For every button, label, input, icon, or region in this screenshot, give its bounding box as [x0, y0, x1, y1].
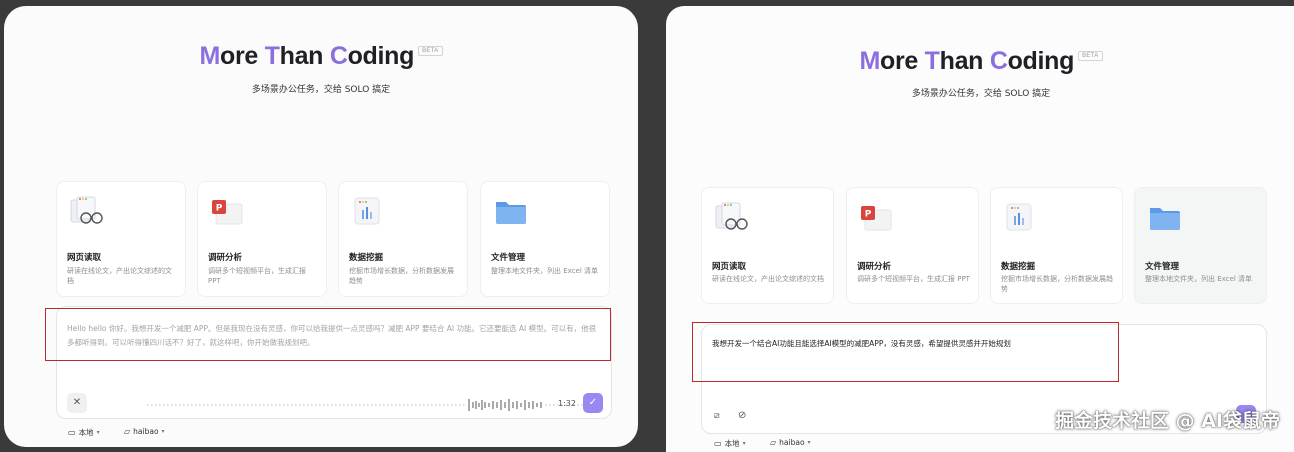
card-web-reading[interactable]: 网页读取 研读在线论文，产出论文综述的文档 — [56, 181, 186, 297]
left-panel: More Than CodingBETA 多场景办公任务，交给 SOLO 搞定 … — [4, 6, 638, 447]
folder-selector[interactable]: ▱ haibao ▾ — [124, 427, 165, 436]
glasses-docs-icon — [69, 194, 105, 228]
svg-text:P: P — [216, 204, 223, 214]
slash-command-icon[interactable]: ⧄ — [714, 411, 720, 421]
brand-part: M — [199, 42, 220, 70]
audio-waveform — [147, 398, 607, 412]
chart-doc-icon — [351, 194, 387, 228]
brand-title: More Than CodingBETA — [666, 47, 1294, 76]
card-title: 调研分析 — [208, 251, 242, 263]
card-title: 文件管理 — [1145, 260, 1179, 272]
folder-icon — [1147, 200, 1183, 234]
card-web-reading[interactable]: 网页读取 研读在线论文，产出论文综述的文档 — [701, 187, 834, 304]
card-file-management[interactable]: 文件管理 整理本地文件夹，列出 Excel 清单 — [1134, 187, 1267, 304]
chevron-down-icon: ▾ — [808, 439, 811, 446]
subtitle: 多场景办公任务，交给 SOLO 搞定 — [666, 86, 1294, 99]
local-selector[interactable]: ▭ 本地 ▾ — [68, 427, 100, 438]
brand-part: ore — [880, 47, 925, 75]
card-title: 网页读取 — [712, 260, 746, 272]
card-desc: 挖掘市场增长数据，分析数据发展趋势 — [349, 266, 459, 286]
local-selector[interactable]: ▭ 本地 ▾ — [714, 438, 746, 449]
card-desc: 挖掘市场增长数据，分析数据发展趋势 — [1001, 274, 1114, 294]
highlight-box — [692, 322, 1119, 382]
beta-badge: BETA — [418, 46, 442, 56]
folder-icon — [493, 194, 529, 228]
monitor-icon: ▭ — [68, 428, 76, 437]
folder-small-icon: ▱ — [124, 427, 130, 436]
recording-timer: 1:32 — [558, 399, 576, 408]
attachment-icon[interactable]: ⊘ — [738, 410, 746, 421]
brand-part: oding — [348, 42, 415, 70]
svg-text:P: P — [865, 210, 872, 220]
watermark: 掘金技术社区 @ AI袋鼠帝 — [1055, 406, 1280, 433]
card-desc: 调研多个短视频平台，生成汇报 PPT — [857, 274, 970, 284]
card-desc: 调研多个短视频平台，生成汇报 PPT — [208, 266, 318, 286]
card-file-management[interactable]: 文件管理 整理本地文件夹，列出 Excel 清单 — [480, 181, 610, 297]
card-research[interactable]: P 调研分析 调研多个短视频平台，生成汇报 PPT — [197, 181, 327, 297]
folder-selector[interactable]: ▱ haibao ▾ — [770, 438, 811, 447]
card-title: 网页读取 — [67, 251, 101, 263]
chevron-down-icon: ▾ — [743, 440, 746, 447]
card-desc: 研读在线论文，产出论文综述的文档 — [67, 266, 177, 286]
brand-part: T — [265, 42, 280, 70]
brand-title: More Than CodingBETA — [4, 42, 638, 71]
card-research[interactable]: P 调研分析 调研多个短视频平台，生成汇报 PPT — [846, 187, 979, 304]
brand-part: C — [330, 42, 348, 70]
card-desc: 整理本地文件夹，列出 Excel 清单 — [491, 266, 601, 276]
local-label: 本地 — [79, 427, 94, 438]
ppt-icon: P — [210, 194, 246, 228]
card-desc: 整理本地文件夹，列出 Excel 清单 — [1145, 274, 1258, 284]
card-title: 调研分析 — [857, 260, 891, 272]
brand-part: T — [925, 47, 940, 75]
brand-part: M — [859, 47, 880, 75]
beta-badge: BETA — [1078, 51, 1102, 61]
brand-part: han — [940, 47, 990, 75]
card-title: 文件管理 — [491, 251, 525, 263]
chevron-down-icon: ▾ — [97, 429, 100, 436]
cancel-recording-button[interactable]: ✕ — [67, 393, 87, 413]
glasses-docs-icon — [714, 200, 750, 234]
brand-part: ore — [220, 42, 265, 70]
chart-doc-icon — [1003, 200, 1039, 234]
subtitle: 多场景办公任务，交给 SOLO 搞定 — [4, 82, 638, 95]
card-title: 数据挖掘 — [1001, 260, 1035, 272]
card-data-mining[interactable]: 数据挖掘 挖掘市场增长数据，分析数据发展趋势 — [338, 181, 468, 297]
folder-label: haibao — [779, 438, 804, 447]
card-title: 数据挖掘 — [349, 251, 383, 263]
brand-part: oding — [1008, 47, 1075, 75]
card-data-mining[interactable]: 数据挖掘 挖掘市场增长数据，分析数据发展趋势 — [990, 187, 1123, 304]
close-icon: ✕ — [73, 397, 81, 408]
folder-small-icon: ▱ — [770, 438, 776, 447]
ppt-icon: P — [859, 200, 895, 234]
brand-part: han — [280, 42, 330, 70]
card-desc: 研读在线论文，产出论文综述的文档 — [712, 274, 825, 284]
local-label: 本地 — [725, 438, 740, 449]
brand-part: C — [990, 47, 1008, 75]
highlight-box — [45, 308, 611, 361]
check-icon: ✓ — [589, 397, 597, 408]
confirm-recording-button[interactable]: ✓ — [583, 393, 603, 413]
right-panel: More Than CodingBETA 多场景办公任务，交给 SOLO 搞定 … — [666, 6, 1294, 452]
folder-label: haibao — [133, 427, 158, 436]
chevron-down-icon: ▾ — [162, 428, 165, 435]
